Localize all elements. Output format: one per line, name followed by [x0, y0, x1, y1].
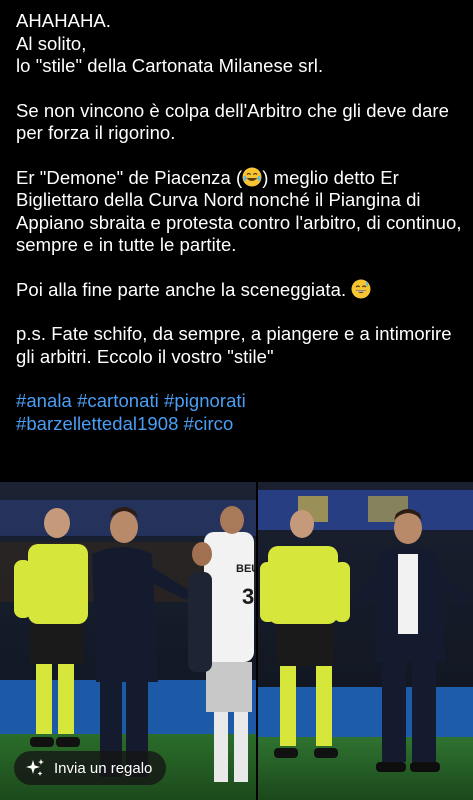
post-text: AHAHAHA. Al solito, lo "stile" della Car… — [16, 10, 462, 457]
post-paragraph-3-start: Er "Demone" de Piacenza ( — [16, 166, 243, 188]
post-paragraph-2: Se non vincono è colpa dell'Arbitro che … — [16, 99, 449, 144]
photo-right[interactable] — [258, 482, 473, 800]
player-shirt-name: BEU — [236, 563, 256, 575]
post-line-3: lo "stile" della Cartonata Milanese srl. — [16, 55, 324, 76]
send-gift-button[interactable]: Invia un regalo — [14, 751, 167, 785]
hashtag-circo[interactable]: #circo — [184, 413, 234, 434]
post-intro: AHAHAHA. Al solito, lo "stile" della Car… — [16, 10, 462, 78]
hashtag-cartonati[interactable]: #cartonati — [77, 390, 159, 411]
hashtag-pignorati[interactable]: #pignorati — [164, 390, 246, 411]
post-paragraph-4: Poi alla fine parte anche la sceneggiata… — [16, 279, 462, 302]
hashtag-list: #anala #cartonati #pignorati #barzellett… — [16, 390, 462, 435]
grinning-sweat-emoji-icon — [351, 279, 371, 298]
hashtag-anala[interactable]: #anala — [16, 390, 72, 411]
player-shirt-number: 3 — [242, 584, 254, 609]
hashtag-barzellettedal1908[interactable]: #barzellettedal1908 — [16, 413, 178, 434]
post-paragraph-3: Er "Demone" de Piacenza ( ) meglio detto… — [16, 167, 462, 257]
post-paragraph-4-text: Poi alla fine parte anche la sceneggiata… — [16, 278, 347, 300]
send-gift-label: Invia un regalo — [54, 759, 153, 777]
gift-sparkle-icon — [26, 759, 44, 776]
post-line-1: AHAHAHA. — [16, 10, 111, 31]
tears-of-joy-emoji-icon — [242, 167, 262, 186]
post-line-2: Al solito, — [16, 32, 87, 54]
post-paragraph-5: p.s. Fate schifo, da sempre, a piangere … — [16, 323, 452, 367]
